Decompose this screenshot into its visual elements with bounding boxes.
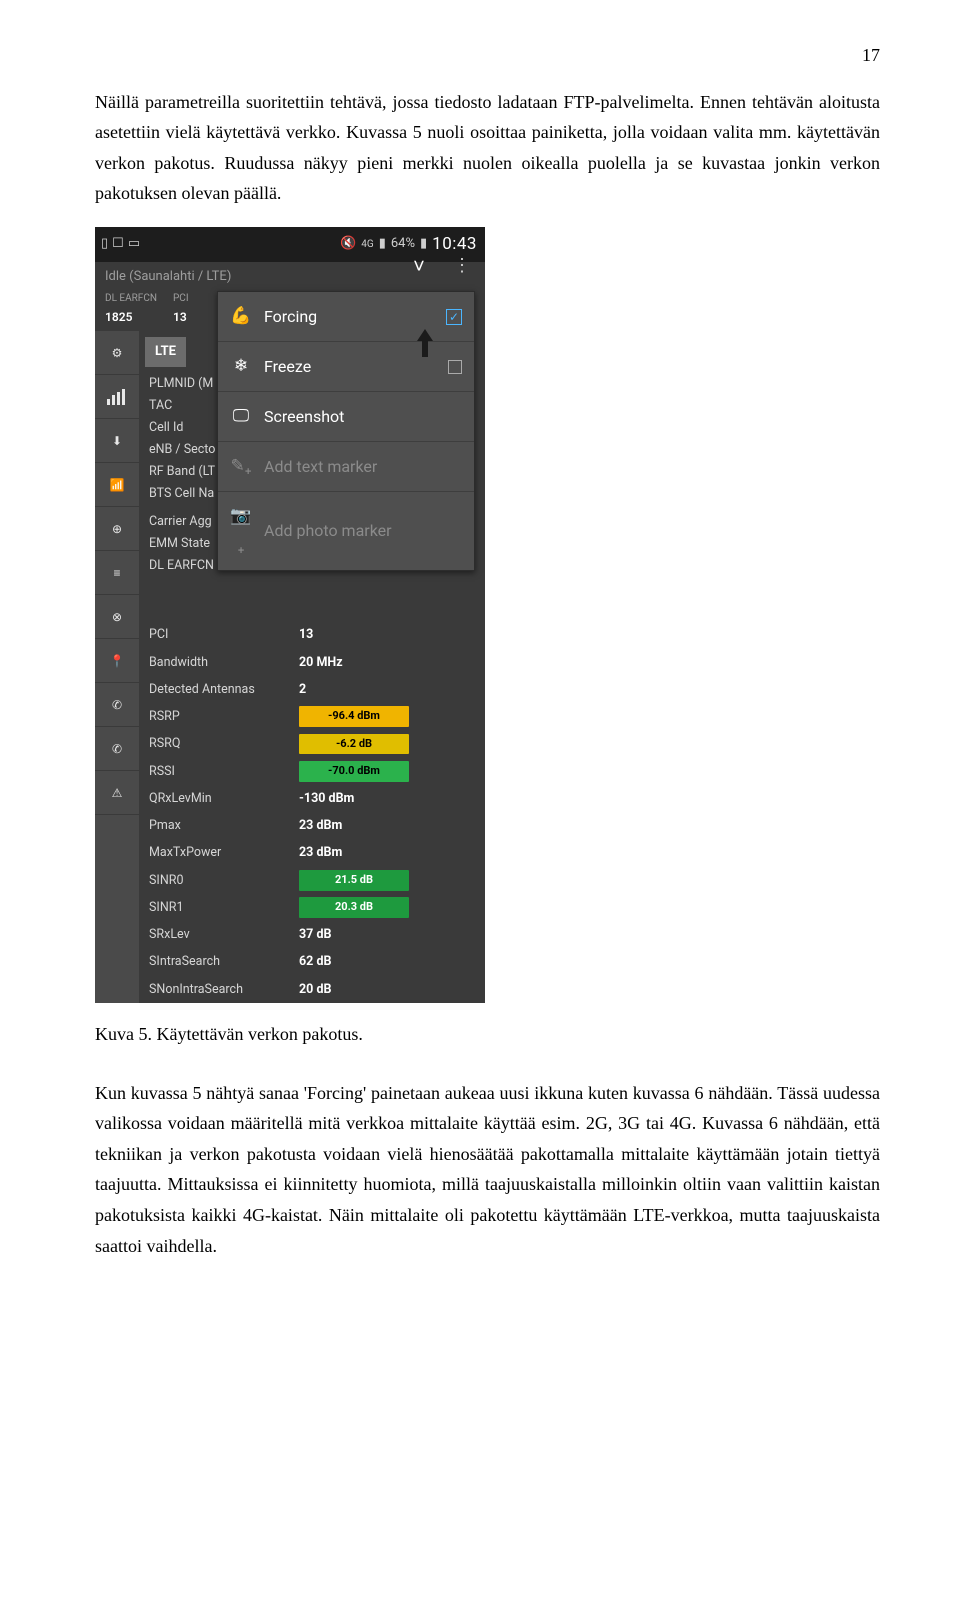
row-key: RSSI [149, 761, 299, 782]
signal-icon: ▮ [379, 233, 386, 255]
row-value: -130 dBm [299, 788, 354, 809]
monitor-icon: 🖵 [230, 402, 252, 431]
pointer-arrow-icon [413, 329, 437, 359]
download-icon[interactable]: ⬇ [95, 419, 139, 463]
pin-icon[interactable]: 📍 [95, 639, 139, 683]
paragraph-1: Näillä parametreilla suoritettiin tehtäv… [95, 87, 880, 209]
row-value: 37 dB [299, 924, 331, 945]
value-bar: 20.3 dB [299, 897, 409, 918]
flex-icon: 💪 [230, 302, 252, 331]
row-key: Bandwidth [149, 652, 299, 673]
signal-bars-icon[interactable] [95, 375, 139, 419]
table-row: Detected Antennas2 [139, 676, 485, 703]
globe-icon[interactable]: ⊕ [95, 507, 139, 551]
menu-label: Add text marker [264, 453, 377, 480]
notification-icon: ☐ [112, 233, 124, 255]
value-bar: -6.2 dB [299, 734, 409, 755]
checkbox-checked-icon[interactable]: ✓ [446, 309, 462, 325]
row-key: Pmax [149, 815, 299, 836]
row-key: Detected Antennas [149, 679, 299, 700]
row-key: SINR1 [149, 897, 299, 918]
table-row: RSSI-70.0 dBm [139, 758, 485, 785]
table-row: SRxLev37 dB [139, 921, 485, 948]
table-row: RSRQ-6.2 dB [139, 730, 485, 757]
value-bar: -70.0 dBm [299, 761, 409, 782]
dl-earfcn-value: 1825 [105, 307, 132, 327]
mute-icon: 🔇 [340, 233, 356, 255]
kebab-menu-icon[interactable]: ⋮ [453, 250, 471, 282]
row-key: SIntraSearch [149, 951, 299, 972]
table-row: Bandwidth20 MHz [139, 649, 485, 676]
table-row: SNonIntraSearch20 dB [139, 976, 485, 1003]
row-key: RSRQ [149, 733, 299, 754]
table-row: PCI13 [139, 621, 485, 648]
web-icon[interactable]: ⊗ [95, 595, 139, 639]
lte-pill[interactable]: LTE [145, 337, 186, 367]
snowflake-icon: ❄ [230, 352, 252, 381]
left-sidebar: ⚙ ⬇ 📶 ⊕ ≡ ⊗ 📍 ✆ ✆ ⚠ [95, 331, 139, 1003]
notification-icon: ▯ [101, 233, 108, 255]
alert-icon[interactable]: ⚠ [95, 771, 139, 815]
image-icon: ▭ [128, 233, 140, 255]
figure-caption-5: Kuva 5. Käytettävän verkon pakotus. [95, 1019, 880, 1050]
camera-add-icon: 📷₊ [230, 502, 252, 560]
row-label: Carrier Agg [149, 511, 215, 533]
menu-label: Forcing [264, 303, 317, 330]
dl-earfcn-label: DL EARFCN [105, 290, 157, 307]
row-value: 20 dB [299, 979, 331, 1000]
row-key: SNonIntraSearch [149, 979, 299, 1000]
table-row: SINR120.3 dB [139, 894, 485, 921]
table-row: Pmax23 dBm [139, 812, 485, 839]
page-number: 17 [95, 40, 880, 71]
phone-lte-icon[interactable]: ✆ [95, 727, 139, 771]
network-label: 4G [361, 236, 373, 253]
row-label: PLMNID (M [149, 373, 215, 395]
row-label: RF Band (LT [149, 461, 215, 483]
list-icon[interactable]: ≡ [95, 551, 139, 595]
antenna-icon[interactable]: 📶 [95, 463, 139, 507]
value-bar: -96.4 dBm [299, 706, 409, 727]
menu-label: Freeze [264, 353, 311, 380]
table-row: QRxLevMin-130 dBm [139, 785, 485, 812]
row-label: Cell Id [149, 417, 215, 439]
row-label: eNB / Secto [149, 439, 215, 461]
row-key: QRxLevMin [149, 788, 299, 809]
content-panel: LTE 💪 Forcing ✓ ❄ Freeze 🖵 Screenshot [139, 331, 485, 1003]
table-row: SIntraSearch62 dB [139, 948, 485, 975]
row-key: RSRP [149, 706, 299, 727]
menu-label: Screenshot [264, 403, 344, 430]
row-value: 20 MHz [299, 652, 343, 673]
row-value: 23 dBm [299, 815, 342, 836]
phone-icon[interactable]: ✆ [95, 683, 139, 727]
row-key: PCI [149, 624, 299, 645]
row-value: 2 [299, 679, 306, 700]
table-row: MaxTxPower23 dBm [139, 839, 485, 866]
menu-label: Add photo marker [264, 517, 392, 544]
menu-item-add-photo[interactable]: 📷₊ Add photo marker [218, 492, 474, 570]
row-label: TAC [149, 395, 215, 417]
table-row: RSRP-96.4 dBm [139, 703, 485, 730]
row-value: 13 [299, 624, 313, 645]
paragraph-2: Kun kuvassa 5 nähtyä sanaa 'Forcing' pai… [95, 1078, 880, 1262]
row-value: 23 dBm [299, 842, 342, 863]
row-key: MaxTxPower [149, 842, 299, 863]
chevron-down-icon[interactable]: ˅ [403, 250, 435, 282]
row-label: DL EARFCN [149, 555, 215, 577]
menu-item-add-text[interactable]: ✎₊ Add text marker [218, 442, 474, 492]
screenshot-kuva-5: ▯ ☐ ▭ 🔇 4G ▮ 64% ▮ 10:43 Idle (Saunalaht… [95, 227, 485, 1003]
row-label: EMM State [149, 533, 215, 555]
pencil-add-icon: ✎₊ [230, 452, 252, 481]
gear-icon[interactable]: ⚙ [95, 331, 139, 375]
row-key: SINR0 [149, 870, 299, 891]
row-key: SRxLev [149, 924, 299, 945]
table-row: SINR021.5 dB [139, 867, 485, 894]
pci-value: 13 [173, 307, 187, 327]
row-value: 62 dB [299, 951, 331, 972]
pci-label: PCI [173, 290, 189, 307]
row-label: BTS Cell Na [149, 483, 215, 505]
checkbox-unchecked-icon[interactable] [448, 360, 462, 374]
value-bar: 21.5 dB [299, 870, 409, 891]
menu-item-screenshot[interactable]: 🖵 Screenshot [218, 392, 474, 442]
